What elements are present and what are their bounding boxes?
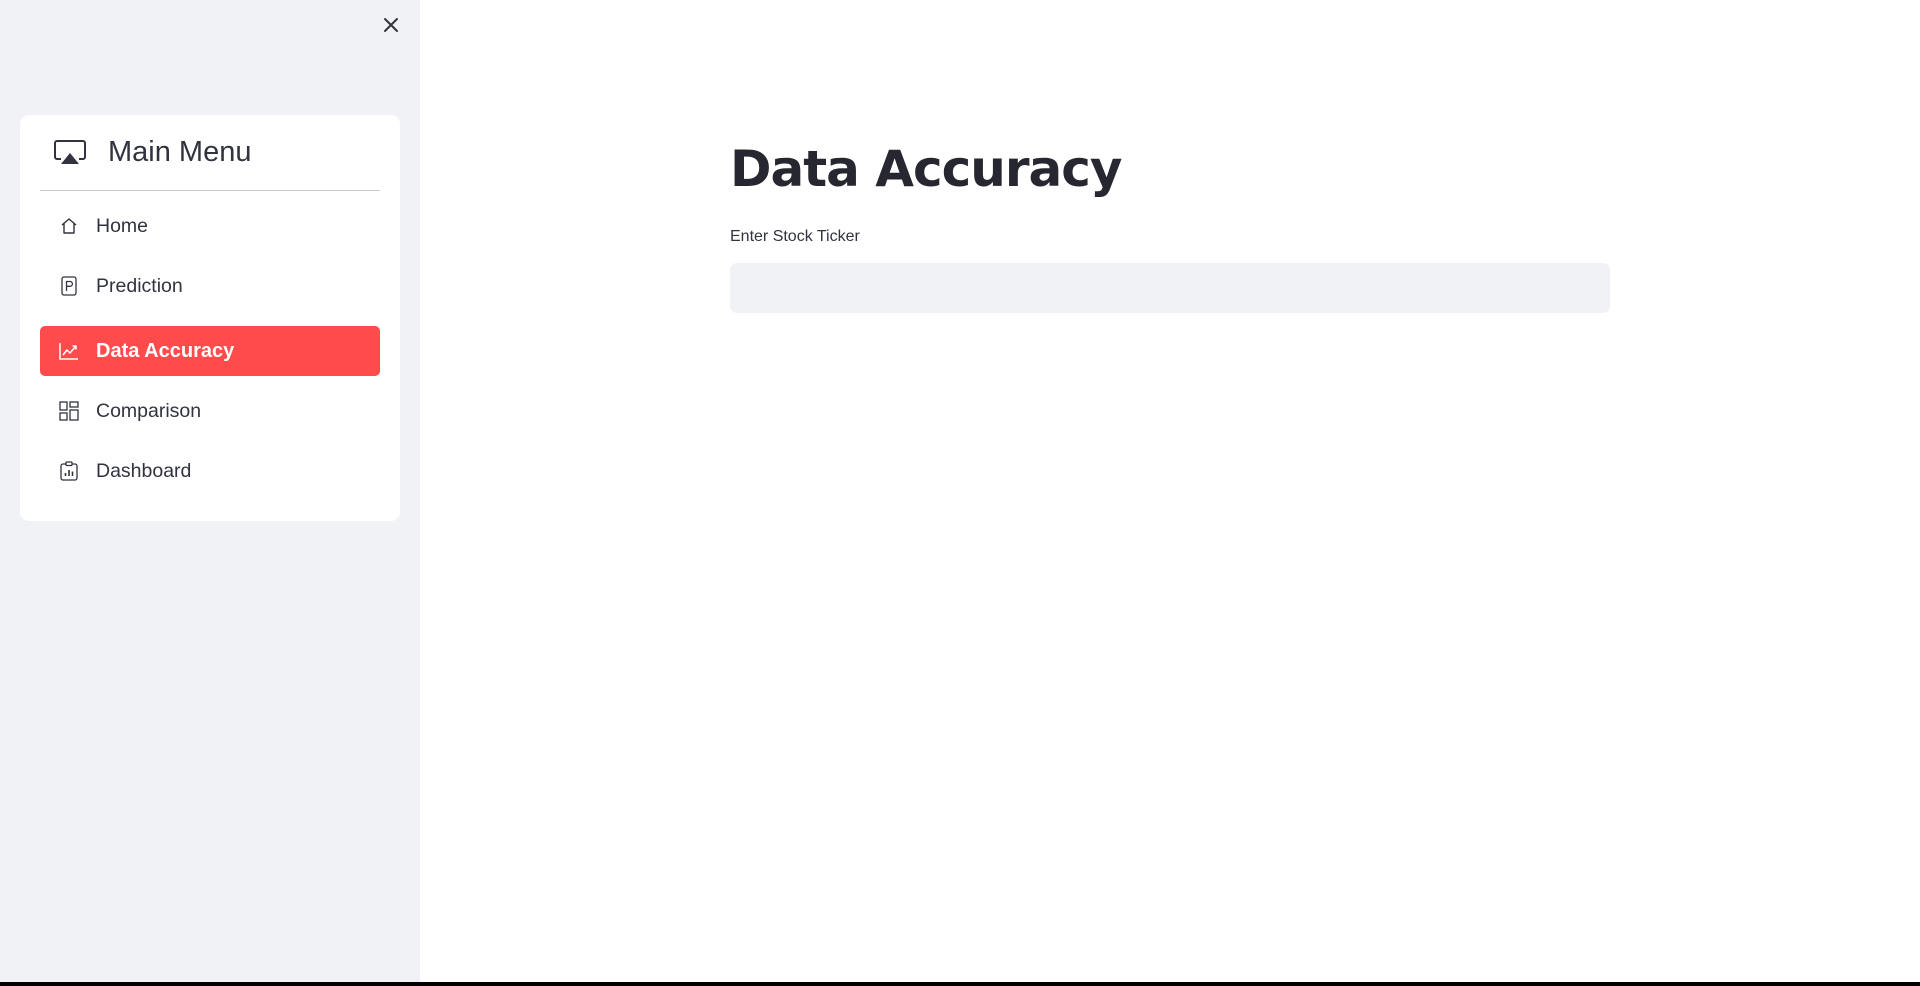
bottom-divider bbox=[0, 982, 1920, 986]
grid-layout-icon bbox=[59, 401, 79, 421]
close-icon bbox=[384, 18, 398, 32]
sidebar-item-label: Comparison bbox=[96, 399, 202, 422]
sidebar-item-home[interactable]: Home bbox=[40, 201, 380, 251]
clipboard-data-icon bbox=[59, 461, 79, 481]
menu-title: Main Menu bbox=[108, 136, 252, 168]
house-icon bbox=[59, 216, 79, 236]
graph-up-icon bbox=[59, 341, 79, 361]
airplay-icon bbox=[54, 139, 86, 167]
sidebar-item-label: Dashboard bbox=[96, 459, 192, 482]
sidebar-item-label: Data Accuracy bbox=[96, 339, 235, 362]
sidebar-item-dashboard[interactable]: Dashboard bbox=[40, 446, 380, 496]
sidebar-item-comparison[interactable]: Comparison bbox=[40, 386, 380, 436]
menu-header: Main Menu bbox=[40, 115, 380, 191]
p-square-icon bbox=[59, 276, 79, 296]
page-title: Data Accuracy bbox=[730, 140, 1122, 198]
main-content: Data Accuracy Enter Stock Ticker bbox=[420, 0, 1920, 982]
close-sidebar-button[interactable] bbox=[378, 12, 404, 38]
stock-ticker-input[interactable] bbox=[730, 263, 1610, 313]
sidebar-item-data-accuracy[interactable]: Data Accuracy bbox=[40, 326, 380, 376]
sidebar-item-label: Prediction bbox=[96, 274, 183, 297]
sidebar-item-prediction[interactable]: Prediction bbox=[40, 261, 380, 311]
sidebar: Main Menu Home Prediction Data Accuracy … bbox=[0, 0, 420, 982]
sidebar-item-label: Home bbox=[96, 214, 149, 237]
main-menu: Main Menu Home Prediction Data Accuracy … bbox=[20, 115, 400, 521]
ticker-field-label: Enter Stock Ticker bbox=[730, 228, 860, 245]
